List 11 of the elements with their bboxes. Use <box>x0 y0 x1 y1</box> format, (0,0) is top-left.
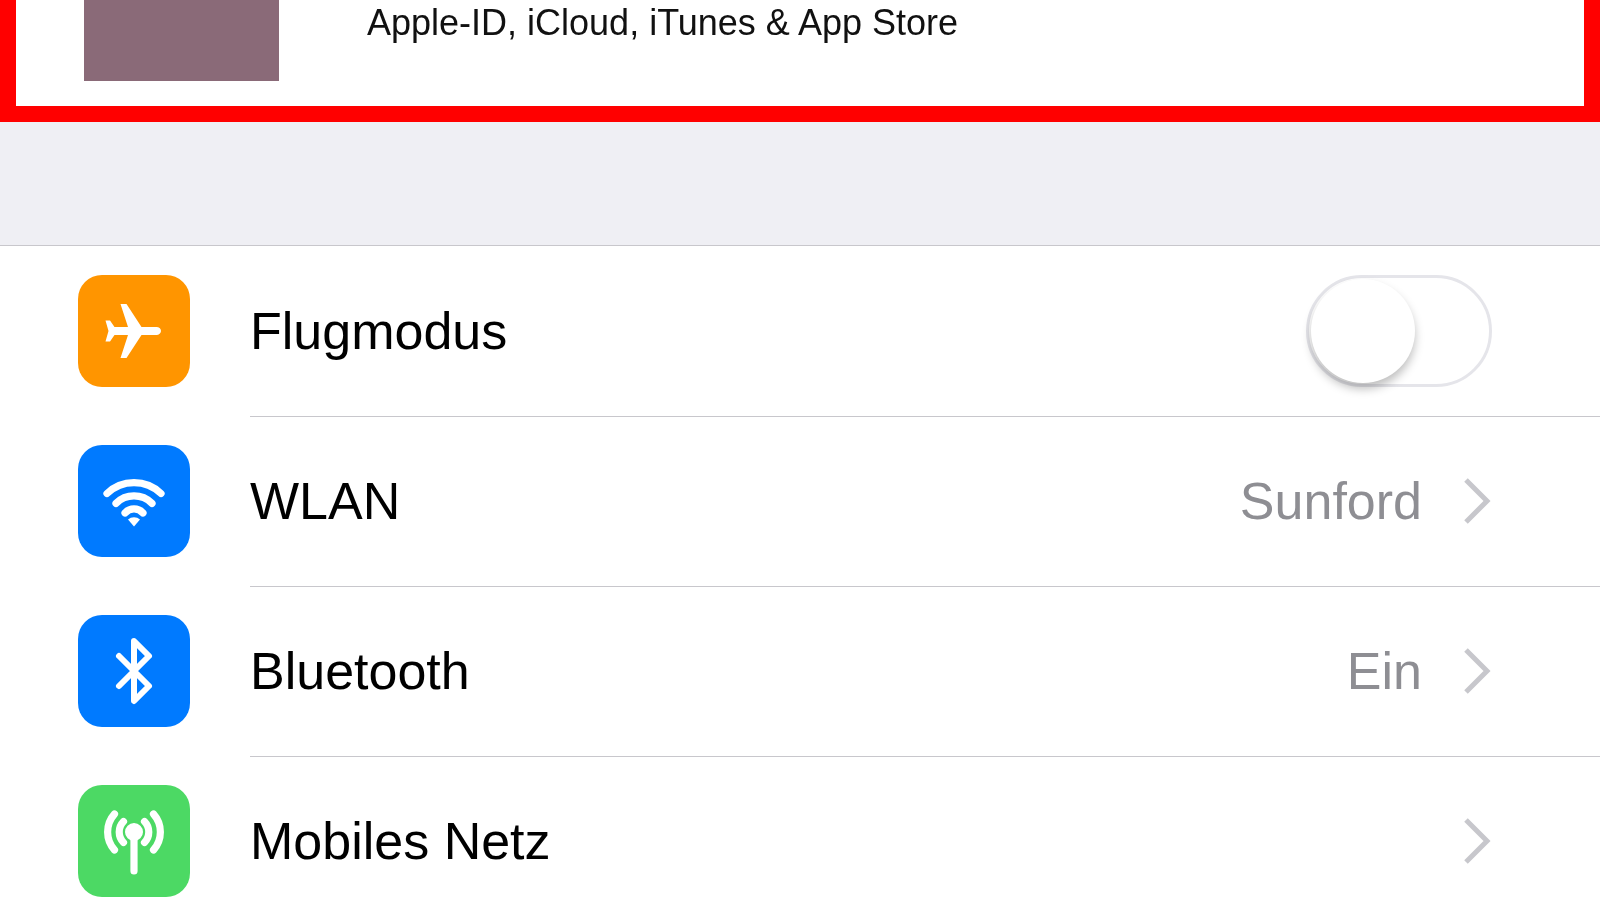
setting-label[interactable]: Bluetooth <box>250 640 1347 701</box>
setting-value: Ein <box>1346 640 1422 701</box>
setting-label[interactable]: WLAN <box>250 470 1240 531</box>
setting-value: Sunford <box>1239 470 1422 531</box>
account-subtitle: Apple-ID, iCloud, iTunes & App Store <box>367 2 958 44</box>
chevron-icon <box>1462 475 1492 526</box>
setting-label[interactable]: Flugmodus <box>250 300 1306 361</box>
chevron-icon <box>1462 645 1492 696</box>
account-card[interactable]: Apple-ID, iCloud, iTunes & App Store <box>0 0 1600 122</box>
chevron-icon <box>1462 816 1492 866</box>
setting-label[interactable]: Mobiles Netz <box>250 811 1462 871</box>
